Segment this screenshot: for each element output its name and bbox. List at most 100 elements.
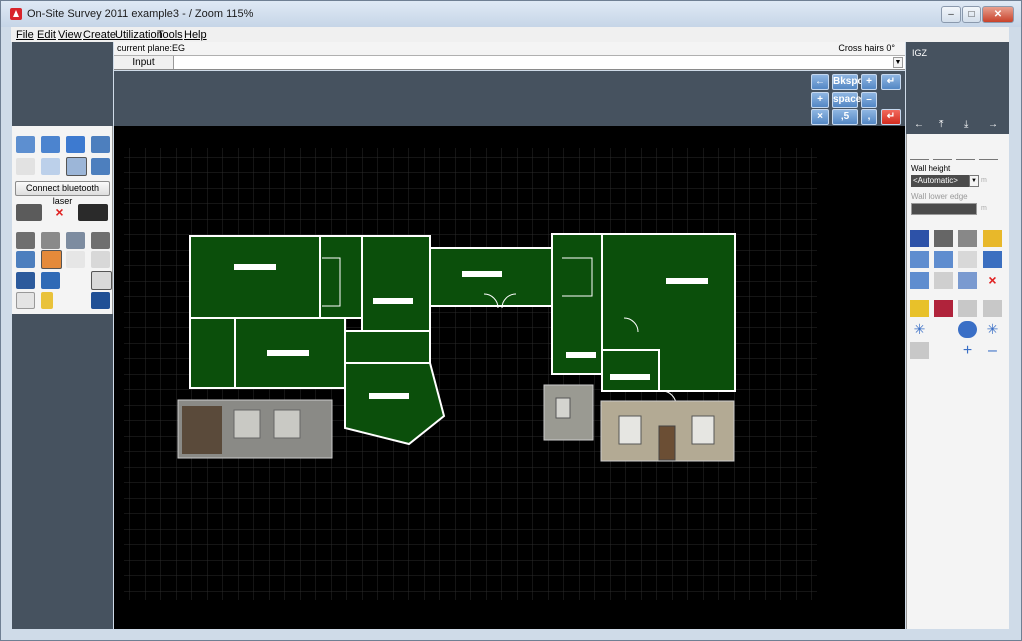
camera-icon[interactable] <box>16 232 35 249</box>
room-5[interactable] <box>344 330 431 364</box>
wall-height-label: Wall height <box>911 164 951 173</box>
wall-height-dropdown-icon[interactable]: ▼ <box>969 175 979 187</box>
key-plus[interactable]: + <box>861 74 877 90</box>
menu-create[interactable]: Create <box>83 29 116 41</box>
status-strip: current plane:EG Cross hairs 0° <box>114 42 905 56</box>
star-icon[interactable]: ✳ <box>983 321 1002 338</box>
triangle-icon[interactable] <box>958 272 977 289</box>
room-2[interactable] <box>189 317 236 389</box>
key-multiply[interactable]: × <box>811 109 829 125</box>
grid-icon[interactable] <box>934 300 953 317</box>
connect-bluetooth-laser-button[interactable]: Connect bluetooth laser <box>15 181 110 206</box>
save-floor-icon[interactable] <box>16 272 35 289</box>
page-icon-right[interactable] <box>910 272 929 289</box>
disk-icon[interactable] <box>91 292 110 309</box>
delete-x-icon[interactable]: × <box>50 204 69 221</box>
rotate-box-icon[interactable] <box>41 158 60 175</box>
key-comma[interactable]: , <box>861 109 877 125</box>
key-left-arrow[interactable]: ← <box>811 74 829 90</box>
save-box-icon[interactable] <box>41 272 60 289</box>
box-icon[interactable] <box>66 136 85 153</box>
key-enter[interactable]: ↵ <box>881 74 901 90</box>
copy-icon[interactable] <box>910 251 929 268</box>
nav-bottom-arrow-icon[interactable]: ⤓ <box>964 119 968 130</box>
info-icon[interactable] <box>910 300 929 317</box>
wall-tool-2-icon[interactable] <box>933 143 952 160</box>
menu-bar: File Edit View Create Utilization Tools … <box>11 27 1009 42</box>
wall-lower-edge-field[interactable] <box>911 203 977 215</box>
input-dropdown-icon[interactable]: ▼ <box>893 57 903 68</box>
key-enter-red[interactable]: ↵ <box>881 109 901 125</box>
room-9[interactable] <box>601 349 660 392</box>
drawing-canvas[interactable] <box>114 126 905 629</box>
compass-icon[interactable] <box>91 158 110 175</box>
cube-icon[interactable] <box>41 136 60 153</box>
undo-icon[interactable] <box>16 158 35 175</box>
right-toolbox: Wall height <Automatic> ▼ m Wall lower e… <box>906 134 1009 629</box>
menu-utilization[interactable]: Utilization <box>115 29 163 41</box>
wall-tool-4-icon[interactable] <box>979 143 998 160</box>
shape-icon[interactable] <box>958 251 977 268</box>
minus-icon[interactable]: – <box>983 342 1002 359</box>
move-icon[interactable] <box>934 251 953 268</box>
layers-icon[interactable] <box>16 251 35 268</box>
room-label-2 <box>267 350 309 356</box>
key-minus[interactable]: – <box>861 92 877 108</box>
measure-icon[interactable] <box>958 230 977 247</box>
laser-device-icon[interactable] <box>16 204 42 221</box>
nav-top-arrow-icon[interactable]: ⤒ <box>939 119 943 130</box>
laser-meter-icon[interactable] <box>78 204 108 221</box>
room-4[interactable] <box>361 235 431 332</box>
zoom-icon[interactable] <box>958 321 977 338</box>
traffic-light-icon[interactable] <box>41 292 53 309</box>
room-1[interactable] <box>189 235 321 319</box>
pen-icon[interactable] <box>91 251 110 268</box>
plus-icon[interactable]: + <box>958 342 977 359</box>
ruler-help-icon[interactable] <box>983 230 1002 247</box>
text-m-icon[interactable] <box>910 230 929 247</box>
minimize-button[interactable]: – <box>941 6 961 23</box>
nav-left-arrow-icon[interactable]: ← <box>914 119 924 130</box>
floor-plan-icon[interactable] <box>16 136 35 153</box>
nav-right-arrow-icon[interactable]: → <box>988 119 998 130</box>
cut-icon[interactable] <box>934 230 953 247</box>
eraser-icon[interactable] <box>910 342 929 359</box>
photo-facade-3-window-a <box>618 415 642 445</box>
menu-file[interactable]: File <box>16 29 34 41</box>
maximize-button[interactable]: □ <box>962 6 981 23</box>
menu-view[interactable]: View <box>58 29 82 41</box>
command-input[interactable] <box>175 56 891 69</box>
key-backspace[interactable]: Bkspc <box>832 74 863 90</box>
photo-facade-1-timber <box>182 406 222 454</box>
pages-icon[interactable] <box>934 272 953 289</box>
split-icon[interactable] <box>66 232 85 249</box>
wall-lower-edge-unit: m <box>981 205 987 212</box>
menu-help[interactable]: Help <box>184 29 207 41</box>
right-top-panel: IGZ ← ⤒ ⤓ → <box>906 42 1009 134</box>
asterisk-icon[interactable]: ✳ <box>910 321 929 338</box>
redo-icon[interactable] <box>983 300 1002 317</box>
color-layers-icon[interactable] <box>41 250 62 269</box>
wall-height-select[interactable]: <Automatic> <box>911 175 969 187</box>
color-pen-icon[interactable] <box>91 271 112 290</box>
menu-edit[interactable]: Edit <box>37 29 56 41</box>
camera-icon-2[interactable] <box>91 232 110 249</box>
tree-icon[interactable] <box>983 251 1002 268</box>
wall-tool-3-icon[interactable] <box>956 143 975 160</box>
room-label-5 <box>369 393 409 399</box>
scanner-icon[interactable] <box>41 232 60 249</box>
menu-tools[interactable]: Tools <box>157 29 183 41</box>
key-add[interactable]: + <box>811 92 829 108</box>
layout-icon[interactable] <box>91 136 110 153</box>
key-space[interactable]: space <box>832 92 861 108</box>
undo-icon-right[interactable] <box>958 300 977 317</box>
close-button[interactable]: ✕ <box>982 6 1014 23</box>
close-x-icon[interactable]: × <box>983 272 1002 289</box>
notes-icon[interactable] <box>16 292 35 309</box>
key-half[interactable]: ,5 <box>832 109 858 125</box>
left-toolbox: Connect bluetooth laser × <box>12 126 113 314</box>
page-icon[interactable] <box>66 251 85 268</box>
wall-tool-1-icon[interactable] <box>910 143 929 160</box>
active-box-icon[interactable] <box>66 157 87 176</box>
current-plane-label: current plane:EG <box>117 43 186 53</box>
